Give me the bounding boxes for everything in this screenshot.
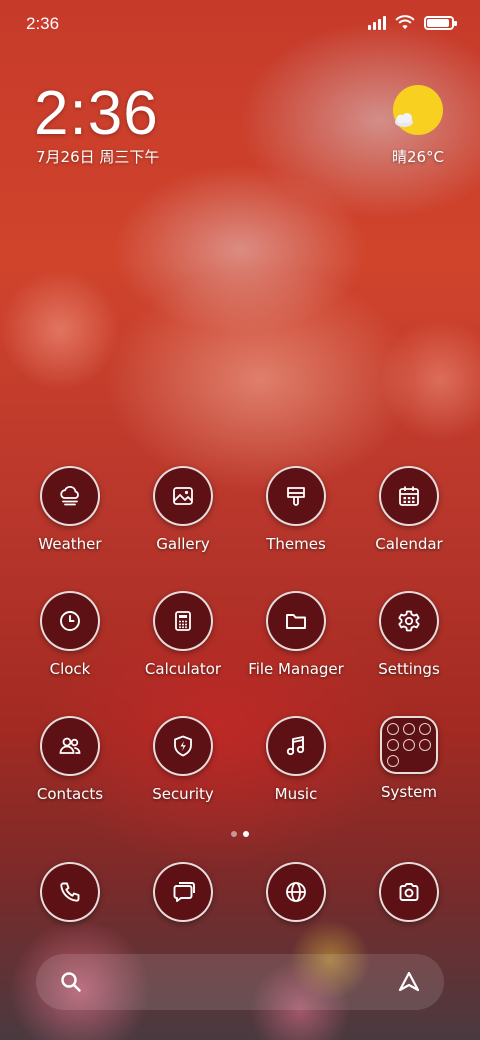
contacts-icon: [40, 716, 100, 776]
app-calculator[interactable]: Calculator: [128, 591, 238, 678]
search-bar[interactable]: [36, 954, 444, 1010]
calculator-icon: [153, 591, 213, 651]
app-label: Music: [274, 785, 318, 803]
app-label: Settings: [378, 660, 440, 678]
phone-icon: [40, 862, 100, 922]
themes-brush-icon: [266, 466, 326, 526]
camera-icon: [379, 862, 439, 922]
page-dot: [231, 831, 237, 837]
app-settings[interactable]: Settings: [354, 591, 464, 678]
messages-icon: [153, 862, 213, 922]
app-file-manager[interactable]: File Manager: [241, 591, 351, 678]
folder-icon: [266, 591, 326, 651]
app-label: Weather: [38, 535, 102, 553]
app-label: Calendar: [375, 535, 443, 553]
weather-widget-text[interactable]: 晴26°C: [392, 146, 444, 167]
folder-grid-icon: [380, 716, 438, 774]
wifi-icon: [395, 15, 415, 30]
app-label: Contacts: [36, 785, 104, 803]
app-contacts[interactable]: Contacts: [15, 716, 125, 803]
music-note-icon: [266, 716, 326, 776]
page-dot-active: [243, 831, 249, 837]
dock-messages[interactable]: [128, 862, 238, 922]
app-security[interactable]: Security: [128, 716, 238, 803]
app-label: System: [381, 783, 437, 801]
dock-camera[interactable]: [354, 862, 464, 922]
weather-icon: [40, 466, 100, 526]
sun-cloud-icon[interactable]: [392, 84, 444, 136]
gear-icon: [379, 591, 439, 651]
calendar-icon: [379, 466, 439, 526]
clock-icon: [40, 591, 100, 651]
app-label: Themes: [266, 535, 326, 553]
folder-preview-grid: [387, 723, 431, 767]
battery-fill: [427, 19, 449, 27]
app-label: Security: [152, 785, 214, 803]
dock-phone[interactable]: [15, 862, 125, 922]
app-weather[interactable]: Weather: [15, 466, 125, 553]
browser-globe-icon: [266, 862, 326, 922]
app-label: Gallery: [156, 535, 210, 553]
battery-icon: [424, 16, 457, 30]
shield-bolt-icon: [153, 716, 213, 776]
status-icons: [368, 15, 457, 31]
app-calendar[interactable]: Calendar: [354, 466, 464, 553]
app-label: File Manager: [248, 660, 344, 678]
app-music[interactable]: Music: [241, 716, 351, 803]
gallery-icon: [153, 466, 213, 526]
clock-widget-date[interactable]: 7月26日 周三下午: [36, 146, 159, 167]
clock-widget-time[interactable]: 2:36: [34, 78, 159, 149]
app-label: Calculator: [144, 660, 222, 678]
signal-icon: [368, 16, 386, 30]
assistant-icon[interactable]: [396, 969, 422, 995]
dock-browser[interactable]: [241, 862, 351, 922]
status-bar: 2:36: [0, 0, 480, 50]
page-indicator: [0, 831, 480, 837]
app-themes[interactable]: Themes: [241, 466, 351, 553]
app-folder-system[interactable]: System: [354, 716, 464, 801]
search-icon[interactable]: [58, 969, 84, 995]
app-clock[interactable]: Clock: [15, 591, 125, 678]
app-label: Clock: [49, 660, 91, 678]
status-time: 2:36: [26, 14, 60, 33]
app-gallery[interactable]: Gallery: [128, 466, 238, 553]
